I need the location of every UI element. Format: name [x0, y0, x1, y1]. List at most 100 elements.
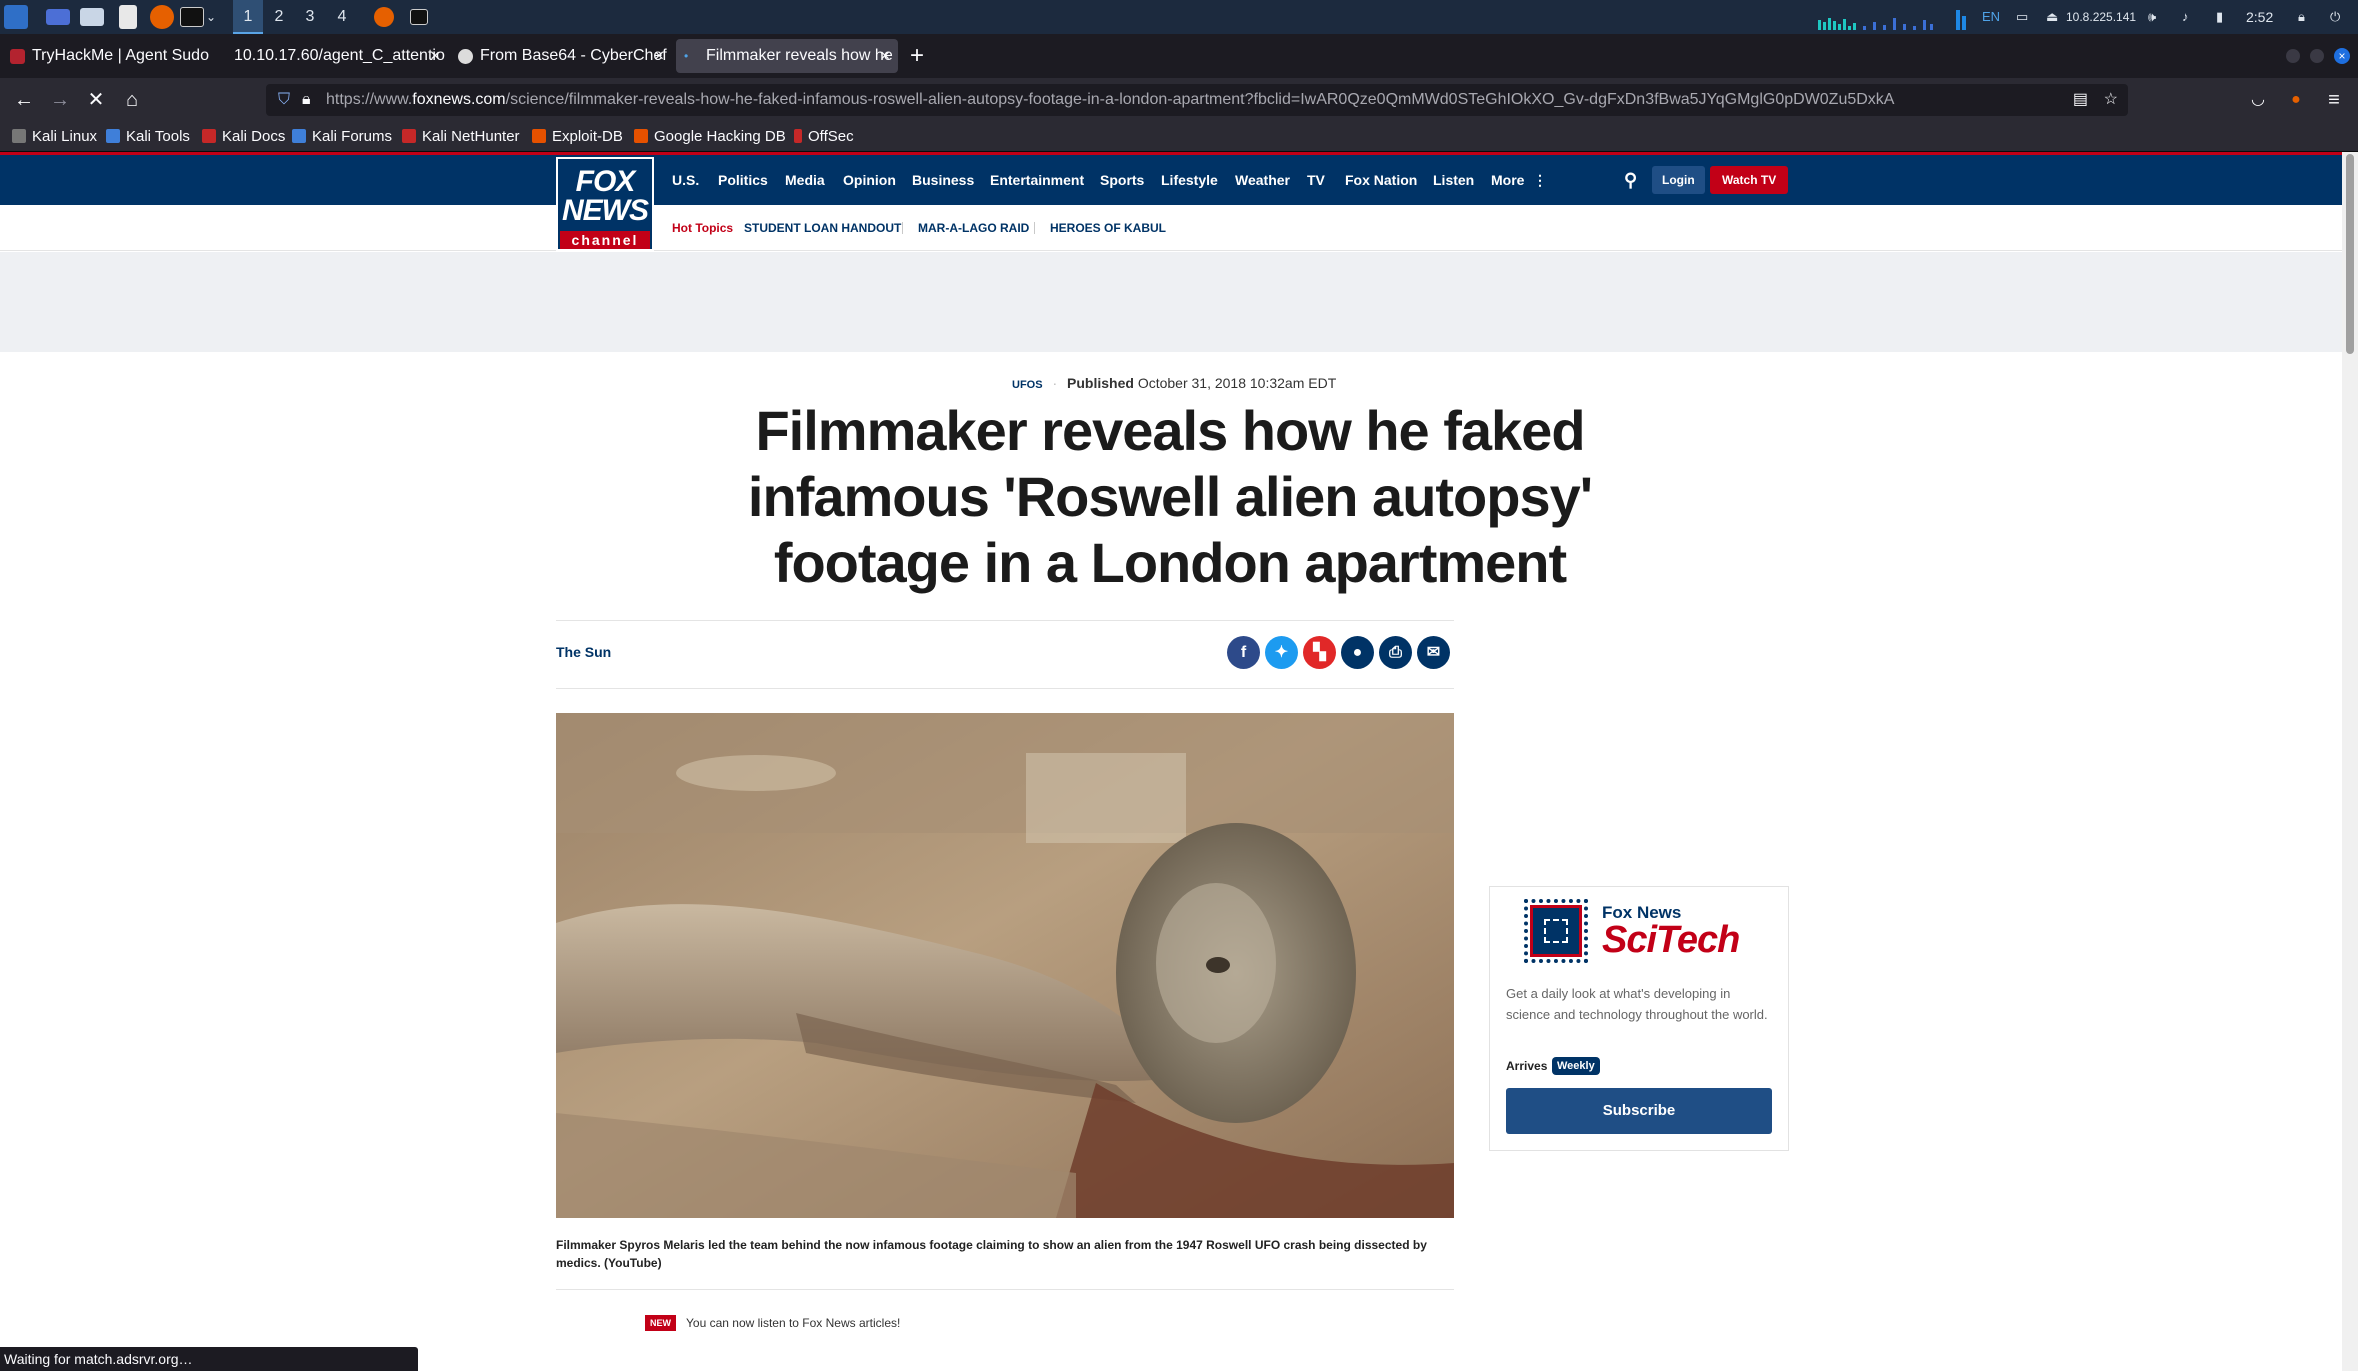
- flipboard-icon[interactable]: ▚: [1303, 636, 1336, 669]
- nav-politics[interactable]: Politics: [718, 155, 768, 205]
- byline-rule-bottom: [556, 688, 1454, 689]
- tryhackme-favicon-icon: [10, 49, 25, 64]
- nav-media[interactable]: Media: [785, 155, 825, 205]
- terminal-icon[interactable]: [180, 7, 204, 27]
- bookmark-exploit-db[interactable]: Exploit-DB: [532, 122, 623, 152]
- more-dots-icon[interactable]: ⋮: [1533, 155, 1547, 205]
- lock-icon[interactable]: 🔒︎: [2298, 0, 2305, 34]
- tab-agent-c[interactable]: 10.10.17.60/agent_C_attentio ×: [226, 39, 448, 73]
- hot-topic-heroes-of-kabul[interactable]: HEROES OF KABUL: [1050, 205, 1166, 251]
- nav-sports[interactable]: Sports: [1100, 155, 1144, 205]
- hot-topic-mar-a-lago[interactable]: MAR-A-LAGO RAID: [918, 205, 1029, 251]
- stop-icon[interactable]: ✕: [80, 84, 112, 116]
- byline-rule-top: [556, 620, 1454, 621]
- nav-fox-nation[interactable]: Fox Nation: [1345, 155, 1417, 205]
- watch-tv-button[interactable]: Watch TV: [1710, 166, 1789, 194]
- close-tab-icon[interactable]: ×: [430, 39, 440, 73]
- kali-menu-icon[interactable]: [4, 5, 28, 29]
- cyberchef-favicon-icon: [458, 49, 473, 64]
- nav-opinion[interactable]: Opinion: [843, 155, 896, 205]
- listen-promo[interactable]: You can now listen to Fox News articles!: [686, 1315, 900, 1331]
- tab-title: Filmmaker reveals how he: [706, 47, 893, 64]
- bookmark-kali-tools[interactable]: Kali Tools: [106, 122, 190, 152]
- home-icon[interactable]: ⌂: [116, 84, 148, 116]
- article-category[interactable]: UFOS: [1012, 379, 1043, 391]
- reader-mode-icon[interactable]: ▤: [2066, 84, 2088, 116]
- workspace-2[interactable]: 2: [264, 0, 294, 34]
- chip-icon: [1524, 899, 1588, 963]
- search-icon[interactable]: ⚲: [1624, 155, 1637, 205]
- pocket-icon[interactable]: ◡: [2242, 84, 2274, 116]
- comment-icon[interactable]: ●: [1341, 636, 1374, 669]
- nav-weather[interactable]: Weather: [1235, 155, 1290, 205]
- nav-business[interactable]: Business: [912, 155, 974, 205]
- divider: [902, 222, 903, 234]
- facebook-icon[interactable]: f: [1227, 636, 1260, 669]
- loading-icon: •: [684, 49, 689, 63]
- url-bar[interactable]: ⛉ 🔒︎ https://www.foxnews.com/science/fil…: [266, 84, 2128, 116]
- close-tab-icon[interactable]: ×: [880, 39, 890, 73]
- workspace-1[interactable]: 1: [233, 0, 263, 34]
- text-editor-icon[interactable]: [119, 5, 137, 29]
- tracking-shield-icon[interactable]: ⛉: [278, 84, 290, 116]
- tab-foxnews[interactable]: • Filmmaker reveals how he ×: [676, 39, 898, 73]
- kali-forums-icon: [292, 129, 306, 143]
- keyboard-layout[interactable]: EN: [1982, 0, 2000, 34]
- show-desktop-icon[interactable]: [46, 9, 70, 25]
- hot-topic-student-loan[interactable]: STUDENT LOAN HANDOUT: [744, 205, 901, 251]
- menu-icon[interactable]: ≡: [2318, 84, 2350, 116]
- bookmark-google-hacking-db[interactable]: Google Hacking DB: [634, 122, 786, 152]
- kali-tools-icon: [106, 129, 120, 143]
- back-icon[interactable]: ←: [8, 84, 40, 116]
- print-icon[interactable]: ⎙: [1379, 636, 1412, 669]
- firefox-icon[interactable]: [150, 5, 174, 29]
- bookmark-star-icon[interactable]: ☆: [2097, 84, 2118, 116]
- close-window-icon[interactable]: ×: [2334, 48, 2350, 64]
- forward-icon[interactable]: →: [44, 84, 76, 116]
- volume-icon[interactable]: 🕪: [2148, 0, 2156, 34]
- bookmark-offsec[interactable]: OffSec: [794, 122, 854, 152]
- bookmark-kali-forums[interactable]: Kali Forums: [292, 122, 392, 152]
- bookmark-kali-nethunter[interactable]: Kali NetHunter: [402, 122, 520, 152]
- published-label: Published: [1067, 375, 1134, 391]
- workspace-4[interactable]: 4: [327, 0, 357, 34]
- padlock-icon[interactable]: 🔒︎: [302, 84, 311, 116]
- new-tab-button[interactable]: +: [910, 39, 924, 73]
- scrollbar-thumb[interactable]: [2346, 154, 2354, 354]
- nav-lifestyle[interactable]: Lifestyle: [1161, 155, 1218, 205]
- nav-entertainment[interactable]: Entertainment: [990, 155, 1084, 205]
- login-button[interactable]: Login: [1652, 166, 1705, 194]
- extension-icon[interactable]: ●: [2280, 84, 2312, 116]
- notifications-icon[interactable]: ♪: [2182, 0, 2189, 34]
- subscribe-button[interactable]: Subscribe: [1506, 1088, 1772, 1134]
- file-manager-icon[interactable]: [80, 8, 104, 26]
- minimize-icon[interactable]: [2286, 49, 2300, 63]
- browser-tab-bar: TryHackMe | Agent Sudo 10.10.17.60/agent…: [0, 34, 2358, 78]
- bookmark-kali-linux[interactable]: Kali Linux: [12, 122, 97, 152]
- power-icon[interactable]: ⏻: [2330, 0, 2340, 34]
- nav-listen[interactable]: Listen: [1433, 155, 1474, 205]
- terminal-window-icon[interactable]: [410, 9, 428, 25]
- article-source[interactable]: The Sun: [556, 644, 611, 660]
- maximize-icon[interactable]: [2310, 49, 2324, 63]
- bookmark-kali-docs[interactable]: Kali Docs: [202, 122, 285, 152]
- firefox-window-icon[interactable]: [374, 7, 394, 27]
- fox-news-logo[interactable]: FOX NEWS channel: [556, 157, 654, 251]
- workspace-3[interactable]: 3: [295, 0, 325, 34]
- display-icon[interactable]: ▭: [2016, 0, 2028, 34]
- os-taskbar: ⌄ 1 2 3 4 EN ▭ ⏏ 10.8.225.141 🕪 ♪ ▮ 2:52: [0, 0, 2358, 34]
- nav-more[interactable]: More: [1491, 155, 1524, 205]
- chevron-down-icon[interactable]: ⌄: [206, 0, 216, 34]
- article-hero-image[interactable]: [556, 713, 1454, 1218]
- nav-us[interactable]: U.S.: [672, 155, 699, 205]
- meta-dot: ·: [1052, 375, 1058, 391]
- tab-tryhackme[interactable]: TryHackMe | Agent Sudo: [2, 39, 224, 73]
- kali-docs-icon: [202, 129, 216, 143]
- twitter-icon[interactable]: ✦: [1265, 636, 1298, 669]
- close-tab-icon[interactable]: ×: [654, 39, 664, 73]
- email-icon[interactable]: ✉: [1417, 636, 1450, 669]
- tab-cyberchef[interactable]: From Base64 - CyberChef ×: [450, 39, 672, 73]
- browser-nav-bar: ← → ✕ ⌂ ⛉ 🔒︎ https://www.foxnews.com/sci…: [0, 78, 2358, 122]
- hot-topics-bar: Hot Topics STUDENT LOAN HANDOUT MAR-A-LA…: [0, 205, 2342, 251]
- nav-tv[interactable]: TV: [1307, 155, 1325, 205]
